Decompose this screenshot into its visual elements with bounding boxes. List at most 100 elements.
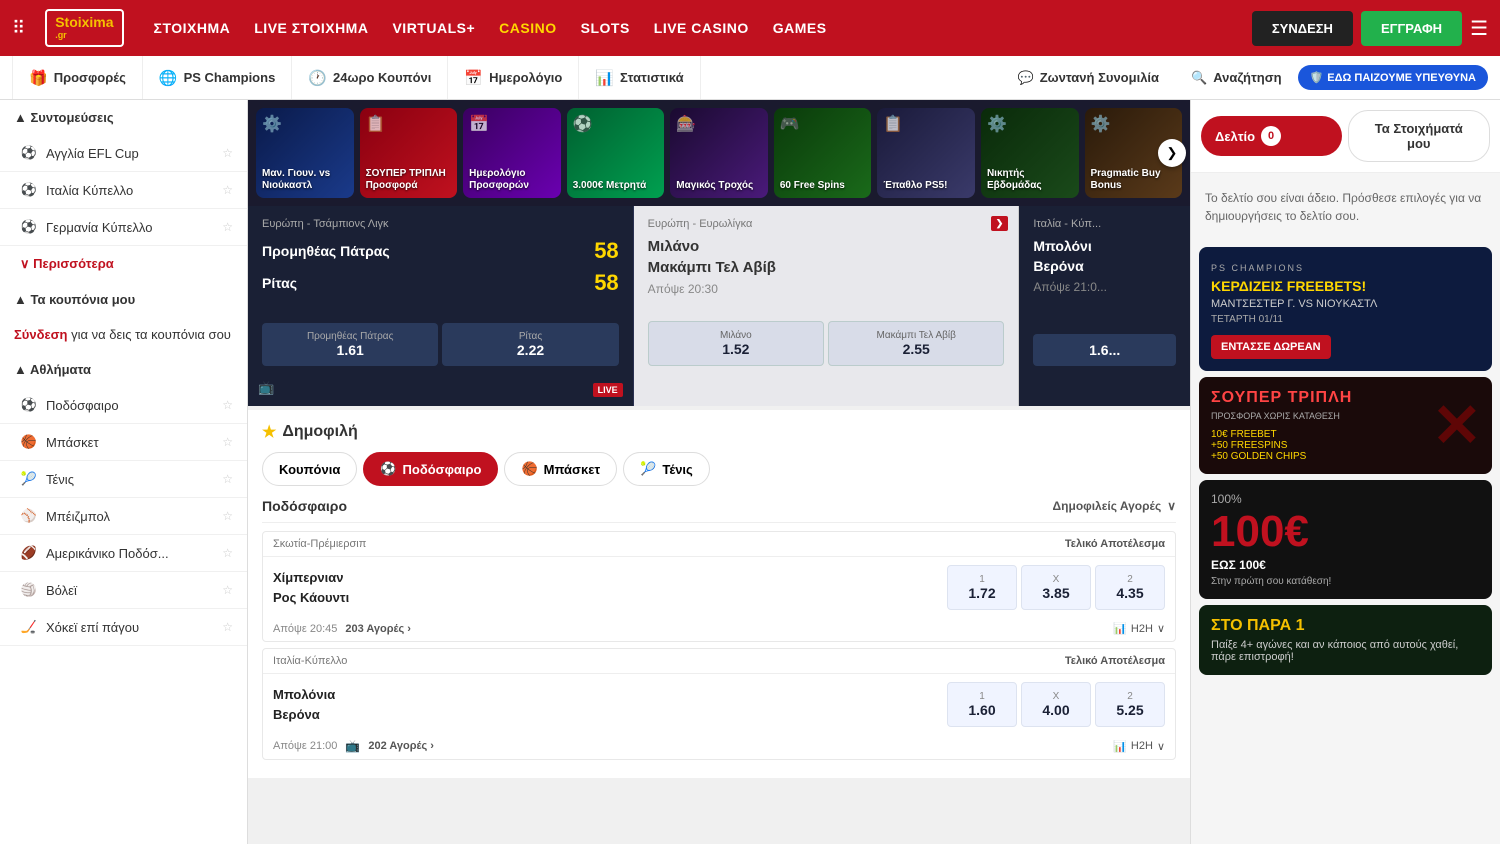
match-2-odd2[interactable]: Μακάμπι Τελ Αβίβ 2.55: [828, 321, 1004, 366]
match-2-odd-2[interactable]: 2 5.25: [1095, 682, 1165, 727]
match-1-odd1[interactable]: Προμηθέας Πάτρας 1.61: [262, 323, 438, 366]
promo-card-5-label: Μαγικός Τροχός: [676, 180, 762, 192]
chevron-down-icon: ∨: [1167, 499, 1176, 513]
nav-stoixima[interactable]: ΣΤΟΙΧΗΜΑ: [154, 20, 231, 36]
ps-champions-nav-item[interactable]: 🌐 PS Champions: [143, 56, 292, 99]
popular-header: ★ Δημοφιλή: [262, 422, 1176, 442]
offers-nav-item[interactable]: 🎁 Προσφορές: [12, 56, 143, 99]
match-1-odd2[interactable]: Ρίτας 2.22: [442, 323, 618, 366]
match-1-odd-1[interactable]: 1 1.72: [947, 565, 1017, 610]
match-2-header: Ιταλία-Κύπελλο Τελικό Αποτέλεσμα: [263, 649, 1175, 674]
promo-card-2[interactable]: 📋 ΣΟΥΠΕΡ ΤΡΙΠΛΗ Προσφορά: [360, 108, 458, 198]
sidebar-item-england-efl[interactable]: ⚽ Αγγλία EFL Cup ☆: [0, 135, 247, 172]
search-nav-item[interactable]: 🔍 Αναζήτηση: [1179, 70, 1294, 86]
coupon-24h-label: 24ωρο Κουπόνι: [333, 70, 431, 85]
tab-coupons[interactable]: Κουπόνια: [262, 452, 357, 486]
nav-slots[interactable]: SLOTS: [581, 20, 630, 36]
ps-champions-icon: 🌐: [159, 69, 178, 87]
nav-casino[interactable]: CASINO: [499, 20, 556, 36]
match-2-odd-1[interactable]: 1 1.60: [947, 682, 1017, 727]
calendar-nav-item[interactable]: 📅 Ημερολόγιο: [448, 56, 579, 99]
nav-virtuals[interactable]: VIRTUALS+: [392, 20, 475, 36]
promo-card-8[interactable]: ⚙️ Νικητής Εβδομάδας: [981, 108, 1079, 198]
sidebar-item-tennis[interactable]: 🎾 Τένις ☆: [0, 461, 247, 498]
promo-card-4[interactable]: ⚽ 3.000€ Μετρητά: [567, 108, 665, 198]
nav-games[interactable]: GAMES: [773, 20, 827, 36]
sidebar-item-italy-cup[interactable]: ⚽ Ιταλία Κύπελλο ☆: [0, 172, 247, 209]
betslip-button[interactable]: Δελτίο 0: [1201, 116, 1342, 156]
match-2-odd1[interactable]: Μιλάνο 1.52: [648, 321, 824, 366]
coupons-login-link[interactable]: Σύνδεση: [14, 327, 68, 342]
match-2-h2h-button[interactable]: 📊 H2H ∨: [1113, 740, 1165, 753]
statistics-nav-item[interactable]: 📊 Στατιστικά: [579, 56, 700, 99]
grid-icon[interactable]: ⠿: [12, 18, 25, 39]
tab-soccer[interactable]: ⚽ Ποδόσφαιρο: [363, 452, 498, 486]
match-1-time: Απόψε 20:45: [273, 623, 337, 635]
match-1-h2h-button[interactable]: 📊 H2H ∨: [1113, 622, 1165, 635]
ps-banner-cta-button[interactable]: ΕΝΤΑΣΣΕ ΔΩΡΕΑΝ: [1211, 335, 1331, 359]
live-chat-nav-item[interactable]: 💬 Ζωντανή Συνομιλία: [1002, 70, 1176, 86]
percent-100-banner[interactable]: 100% 100€ ΕΩΣ 100€ Στην πρώτη σου κατάθε…: [1199, 480, 1492, 599]
popular-markets-dropdown[interactable]: Δημοφιλείς Αγορές ∨: [1053, 499, 1176, 513]
ps-champions-banner[interactable]: PS CHAMPIONS ΚΕΡΔΙΖΕΙΣ FREEBETS! ΜΑΝΤΣΕΣ…: [1199, 247, 1492, 371]
tab-basketball[interactable]: 🏀 Μπάσκετ: [504, 452, 617, 486]
promo-card-3[interactable]: 📅 Ημερολόγιο Προσφορών: [463, 108, 561, 198]
more-shortcuts-link[interactable]: ∨ Περισσότερα: [0, 246, 247, 282]
promo-card-7[interactable]: 📋 Έπαθλο PS5!: [877, 108, 975, 198]
register-button[interactable]: ΕΓΓΡΑΦΗ: [1361, 11, 1462, 46]
sidebar-item-label: Γερμανία Κύπελλο: [46, 220, 152, 235]
live-match-cards: Ευρώπη - Τσάμπιονς Λιγκ Προμηθέας Πάτρας…: [248, 206, 1190, 406]
responsible-label: ΕΔΩ ΠΑΙΖΟΥΜΕ ΥΠΕΥΘΥΝΑ: [1327, 72, 1476, 84]
sidebar-item-volleyball[interactable]: 🏐 Βόλεϊ ☆: [0, 572, 247, 609]
match-2-markets-link[interactable]: 202 Αγορές ›: [368, 740, 434, 752]
main-content: ⚙️ Μαν. Γιουν. vs Νιούκαστλ 📋 ΣΟΥΠΕΡ ΤΡΙ…: [248, 100, 1190, 844]
nav-live-casino[interactable]: LIVE CASINO: [654, 20, 749, 36]
promo-card-6[interactable]: 🎮 60 Free Spins: [774, 108, 872, 198]
odd-1-label: 1: [962, 574, 1002, 585]
soccer-icon-2: ⚽: [20, 181, 38, 199]
sidebar-item-soccer[interactable]: ⚽ Ποδόσφαιρο ☆: [0, 387, 247, 424]
promo-nav-next-button[interactable]: ❯: [1158, 139, 1186, 167]
login-button[interactable]: ΣΥΝΔΕΣΗ: [1252, 11, 1353, 46]
promo-card-5[interactable]: 🎰 Μαγικός Τροχός: [670, 108, 768, 198]
match-2-odd-x[interactable]: Χ 4.00: [1021, 682, 1091, 727]
match-1-odd-x[interactable]: Χ 3.85: [1021, 565, 1091, 610]
logo[interactable]: Stoixima .gr: [45, 9, 123, 46]
match-1-league-label: Σκωτία-Πρέμιερσιπ: [273, 538, 366, 550]
sidebar-item-ice-hockey[interactable]: 🏒 Χόκεϊ επί πάγου ☆: [0, 609, 247, 646]
odd2-1-val: 1.60: [968, 702, 995, 718]
para1-banner[interactable]: ΣΤΟ ΠΑΡΑ 1 Παίξε 4+ αγώνες και αν κάποιο…: [1199, 605, 1492, 675]
my-bets-button[interactable]: Τα Στοιχήματά μου: [1348, 110, 1491, 162]
tab-tennis[interactable]: 🎾 Τένις: [623, 452, 710, 486]
sidebar-item-american-football[interactable]: 🏈 Αμερικάνικο Ποδόσ... ☆: [0, 535, 247, 572]
percent-banner-detail: Στην πρώτη σου κατάθεση!: [1211, 576, 1480, 587]
favorite-sport-icon-6: ☆: [222, 583, 233, 597]
match-2-live-arrow[interactable]: ❯: [991, 216, 1009, 231]
promo-card-1[interactable]: ⚙️ Μαν. Γιουν. vs Νιούκαστλ: [256, 108, 354, 198]
match-1-odd-2[interactable]: 2 4.35: [1095, 565, 1165, 610]
sidebar-item-germany-cup[interactable]: ⚽ Γερμανία Κύπελλο ☆: [0, 209, 247, 246]
match-2-time: Απόψε 21:00: [273, 740, 337, 752]
match-1-markets-link[interactable]: 203 Αγορές ›: [345, 623, 411, 635]
sidebar-item-baseball[interactable]: ⚾ Μπέιζμπολ ☆: [0, 498, 247, 535]
match-2-home-team: Μπολόνια: [273, 685, 939, 705]
match-1-league: Ευρώπη - Τσάμπιονς Λιγκ: [262, 218, 619, 230]
coupons-section-header[interactable]: ▲ Τα κουπόνια μου: [0, 282, 247, 317]
match-3-time: Απόψε 21:0...: [1033, 280, 1176, 294]
match-3-odd1[interactable]: 1.6...: [1033, 334, 1176, 366]
shortcuts-section-header[interactable]: ▲ Συντομεύσεις: [0, 100, 247, 135]
nav-live-stoixima[interactable]: LIVE ΣΤΟΙΧΗΜΑ: [254, 20, 368, 36]
para1-subtitle: Παίξε 4+ αγώνες και αν κάποιος από αυτού…: [1211, 639, 1480, 663]
coupon-24h-nav-item[interactable]: 🕐 24ωρο Κουπόνι: [292, 56, 448, 99]
statistics-icon: 📊: [595, 69, 614, 87]
sidebar-sport-label: Μπάσκετ: [46, 435, 99, 450]
favorite-sport-icon-2: ☆: [222, 435, 233, 449]
super-triple-banner[interactable]: ΣΟΥΠΕΡ ΤΡΙΠΛΗ ΠΡΟΣΦΟΡΑ ΧΩΡΙΣ ΚΑΤΑΘΕΣΗ 10…: [1199, 377, 1492, 474]
responsible-gaming-button[interactable]: 🛡️ ΕΔΩ ΠΑΙΖΟΥΜΕ ΥΠΕΥΘΥΝΑ: [1298, 65, 1488, 90]
tennis-tab-icon: 🎾: [640, 461, 656, 477]
match-3-odd1-val: 1.6...: [1089, 342, 1120, 358]
sports-section-header[interactable]: ▲ Αθλήματα: [0, 352, 247, 387]
hamburger-menu-icon[interactable]: ☰: [1470, 16, 1488, 41]
match-1-team2: Ρίτας: [262, 275, 297, 291]
sidebar-item-basketball[interactable]: 🏀 Μπάσκετ ☆: [0, 424, 247, 461]
